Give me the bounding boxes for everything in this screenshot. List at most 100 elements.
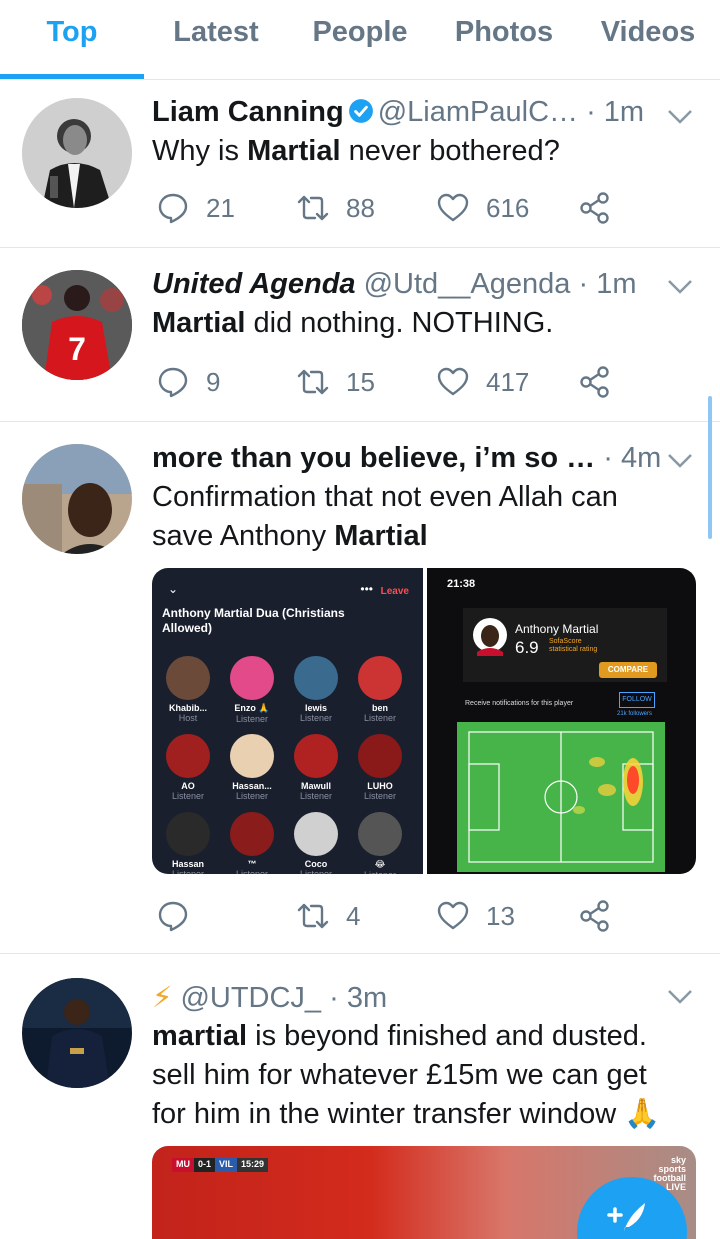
participant-role: Listener [171,869,205,874]
tweet-text-line: save Anthony [152,520,335,552]
search-tabs: Top Latest People Photos Videos [0,0,720,80]
tab-people-label: People [312,16,408,48]
timestamp[interactable]: · 4m [603,442,661,474]
tweet-text-highlight: martial [152,1020,248,1052]
timestamp[interactable]: · 1m [578,268,636,300]
reply-button[interactable]: 21 [156,188,235,228]
like-button[interactable]: 13 [436,896,515,936]
media-image-spaces[interactable]: ⌄ ••• Leave Anthony Martial Dua (Christi… [152,568,423,874]
handle[interactable]: @UTDCJ_ [180,982,321,1014]
avatar[interactable]: 7 [22,270,132,380]
participant-name: ™ [247,859,257,869]
tweet-header: United Agenda @Utd__Agenda · 1m [152,268,696,301]
score-value: 0-1 [194,1158,216,1172]
display-name[interactable]: Liam Canning [152,96,344,128]
tweet-text-highlight: Martial [247,135,341,167]
tab-latest[interactable]: Latest [144,0,288,80]
tweet-text-highlight: Martial [334,520,428,552]
reply-count: 21 [206,192,235,223]
tweet-text-part: Why is [152,135,248,167]
svg-text:7: 7 [68,331,86,367]
participant-role: Listener [363,713,397,723]
room-participant: Hassan... Listener [222,734,282,801]
like-count: 417 [486,366,530,397]
room-participant: Coco Listener [286,812,346,874]
tab-people[interactable]: People [288,0,432,80]
participant-role: Listener [299,869,333,874]
more-icon: ••• [360,582,373,596]
retweet-button[interactable]: 15 [296,362,375,402]
tweet-text-part: never bothered? [340,135,560,167]
participant-avatar [358,812,402,856]
tweet-actions: 4 13 [152,896,632,936]
tweet-text-part: did nothing. NOTHING. [245,307,554,339]
tweet-actions: 9 15 417 [152,362,632,402]
tab-videos-label: Videos [600,16,696,48]
room-participant: Mawull Listener [286,734,346,801]
retweet-icon [297,369,329,395]
chevron-down-icon[interactable] [666,452,694,470]
room-participant: Hassan Listener [158,812,218,874]
avatar[interactable] [22,98,132,208]
avatar[interactable] [22,444,132,554]
follow-button: FOLLOW [619,692,655,708]
avatar[interactable] [22,978,132,1088]
tweet-text-line: Confirmation that not even Allah can [152,481,618,513]
tab-top[interactable]: Top [0,0,144,80]
participant-avatar [294,734,338,778]
retweet-button[interactable]: 4 [296,896,360,936]
timestamp[interactable]: · 1m [586,96,644,128]
tab-videos[interactable]: Videos [576,0,720,80]
leave-label: Leave [380,586,409,597]
player-name: Anthony Martial [515,622,599,636]
heart-icon [437,901,469,930]
tweet-text: martial is beyond finished and dusted. s… [152,1017,690,1134]
tweet-text-line: sell him for whatever £15m we can get [152,1059,647,1091]
participant-name: Khabib... [169,703,207,713]
share-icon [580,192,609,224]
share-button[interactable] [578,188,612,228]
participant-avatar [358,656,402,700]
handle[interactable]: @LiamPaulC… [378,96,578,128]
room-participant: AO Listener [158,734,218,801]
chevron-down-icon[interactable] [666,108,694,126]
display-name[interactable]: more than you believe, i’m so … [152,442,595,474]
reply-button[interactable]: 9 [156,362,220,402]
share-icon [580,900,609,932]
share-button[interactable] [578,896,612,936]
tweet-card[interactable]: more than you believe, i’m so … · 4m Con… [0,422,720,954]
participant-avatar [230,812,274,856]
share-button[interactable] [578,362,612,402]
participant-role: Listener [171,791,205,801]
participant-name: lewis [304,703,327,713]
timestamp[interactable]: · 3m [329,982,387,1014]
participant-name: Coco [304,859,328,869]
like-count: 13 [486,900,515,931]
display-name[interactable]: ⚡ [152,982,172,1014]
reply-icon [158,193,188,224]
participant-name: Mawull [300,781,331,791]
like-button[interactable]: 417 [436,362,529,402]
retweet-button[interactable]: 88 [296,188,375,228]
like-count: 616 [486,192,530,223]
followers-count: 21k followers [617,711,653,717]
media-image-sofascore[interactable]: 21:38 Anthony Martial 6.9 SofaScore stat… [427,568,696,874]
notify-text: Receive notifications for this player [465,700,574,707]
tweet-card[interactable]: 7 United Agenda @Utd__Agenda · 1m Martia… [0,248,720,422]
tab-photos[interactable]: Photos [432,0,576,80]
reply-button[interactable] [156,896,206,936]
reply-icon [158,901,188,932]
participant-role: Host [178,713,198,723]
tab-top-label: Top [46,16,98,48]
tweet-card[interactable]: Liam Canning @LiamPaulC… · 1m Why is Mart… [0,80,720,248]
tweet-media[interactable]: ⌄ ••• Leave Anthony Martial Dua (Christi… [152,568,696,874]
chevron-down-icon[interactable] [666,988,694,1006]
participant-avatar [166,734,210,778]
participant-role: Listener [363,791,397,801]
display-name[interactable]: United Agenda [152,268,356,300]
like-button[interactable]: 616 [436,188,529,228]
player-rating: 6.9 [515,638,539,657]
scrollbar[interactable] [708,396,712,539]
chevron-down-icon[interactable] [666,278,694,296]
handle[interactable]: @Utd__Agenda [364,268,571,300]
